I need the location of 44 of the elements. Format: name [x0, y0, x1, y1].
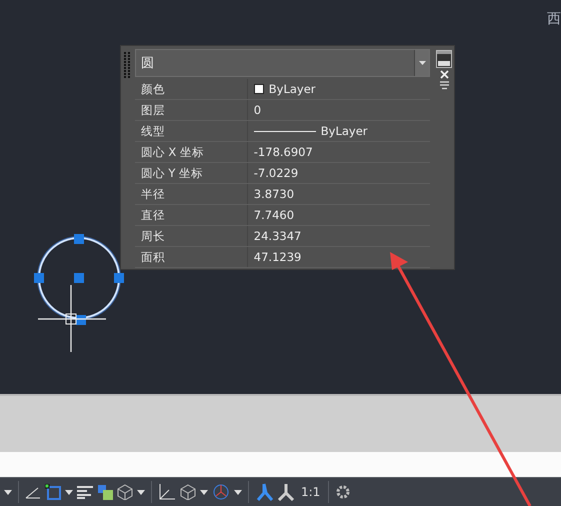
- axes-icon[interactable]: [158, 483, 176, 502]
- property-label: 圆心 X 坐标: [134, 142, 248, 162]
- property-value: ByLayer: [268, 82, 316, 96]
- command-line-field[interactable]: [0, 452, 561, 478]
- caret-icon[interactable]: [200, 490, 208, 495]
- property-label: 直径: [134, 205, 248, 225]
- property-label: 面积: [134, 247, 248, 267]
- grip-handle-icon[interactable]: [124, 52, 132, 78]
- viewcube-label[interactable]: 西: [547, 10, 561, 28]
- caret-icon[interactable]: [65, 490, 73, 495]
- property-label: 圆心 Y 坐标: [134, 163, 248, 183]
- annotation-figure-icon[interactable]: [255, 483, 273, 502]
- annotation-scale[interactable]: 1:1: [299, 485, 322, 500]
- property-value: -178.6907: [254, 145, 313, 159]
- linetype-sample-icon: [254, 130, 316, 132]
- property-label: 周长: [134, 226, 248, 246]
- property-value: 24.3347: [254, 229, 302, 243]
- cube-icon[interactable]: [180, 484, 196, 500]
- settings-icon[interactable]: [335, 484, 352, 500]
- property-value: ByLayer: [320, 124, 368, 138]
- property-value: 7.7460: [254, 208, 294, 222]
- property-value: 3.8730: [254, 187, 294, 201]
- grid-snap-icon[interactable]: [45, 484, 61, 500]
- menu-icon[interactable]: [440, 81, 448, 90]
- property-value: 0: [254, 103, 262, 117]
- property-label: 线型: [134, 121, 248, 141]
- caret-icon[interactable]: [137, 490, 145, 495]
- cube-icon[interactable]: [117, 484, 133, 500]
- property-label: 颜色: [134, 79, 248, 99]
- property-value: 47.1239: [254, 250, 302, 264]
- color-swatch-icon: [254, 84, 264, 94]
- annotation-figure-icon[interactable]: [277, 483, 295, 502]
- lineweight-icon[interactable]: [77, 485, 93, 500]
- caret-icon[interactable]: [234, 490, 242, 495]
- object-type-dropdown[interactable]: 圆: [134, 49, 430, 77]
- customize-window-icon[interactable]: [436, 50, 452, 68]
- property-label: 半径: [134, 184, 248, 204]
- angle-icon[interactable]: [25, 485, 41, 500]
- property-value: -7.0229: [254, 166, 298, 180]
- close-icon[interactable]: [440, 70, 448, 79]
- caret-icon: [418, 61, 426, 65]
- caret-icon[interactable]: [4, 490, 12, 495]
- property-label: 图层: [134, 100, 248, 120]
- layers-icon[interactable]: [97, 484, 113, 500]
